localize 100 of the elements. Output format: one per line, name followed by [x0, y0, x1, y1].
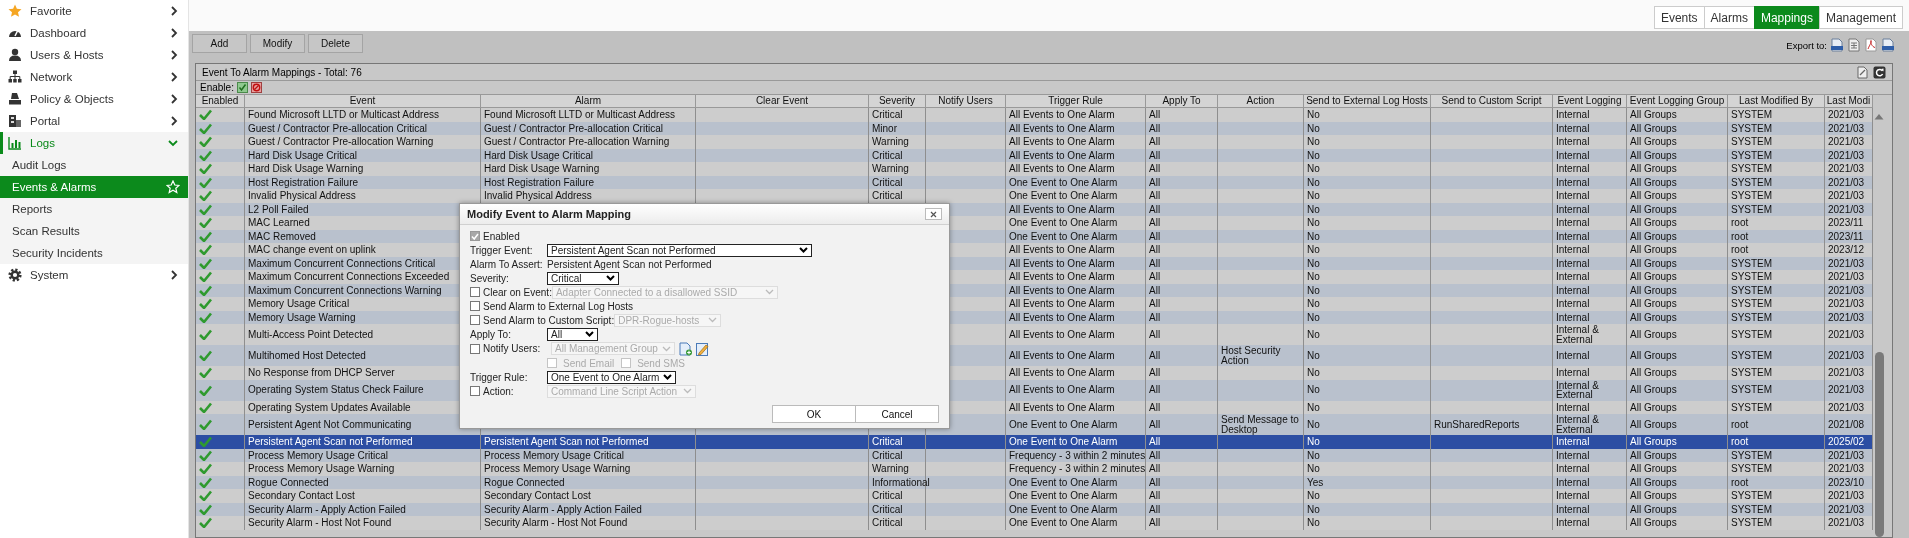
sidebar-item[interactable]: Scan Results: [0, 220, 188, 242]
column-header[interactable]: Trigger Rule: [1006, 95, 1146, 108]
refresh-icon[interactable]: [1873, 65, 1886, 79]
table-cell: All Events to One Alarm: [1006, 162, 1146, 176]
check-icon: [471, 232, 479, 240]
stamp-icon: [8, 92, 22, 106]
table-cell: All: [1146, 489, 1218, 503]
table-cell: All: [1146, 297, 1218, 311]
column-header[interactable]: Apply To: [1146, 95, 1218, 108]
sidebar-item[interactable]: Reports: [0, 198, 188, 220]
close-button[interactable]: [925, 208, 942, 220]
dialog-button[interactable]: OK: [772, 405, 856, 423]
checkbox-label: Notify Users:: [483, 343, 541, 354]
table-cell: All Groups: [1627, 435, 1728, 449]
table-cell: 2025/02: [1825, 435, 1873, 449]
tab[interactable]: Alarms: [1703, 6, 1755, 29]
table-cell: Guest / Contractor Pre-allocation Warning: [481, 135, 696, 149]
table-cell: Critical: [869, 189, 926, 203]
column-header[interactable]: Notify Users: [926, 95, 1006, 108]
document-icon[interactable]: [1856, 65, 1869, 79]
column-header[interactable]: Send to External Log Hosts: [1304, 95, 1431, 108]
dropdown[interactable]: Critical: [547, 271, 619, 285]
column-header[interactable]: Action: [1218, 95, 1304, 108]
table-row[interactable]: Guest / Contractor Pre-allocation Warning Guest / Contractor Pre-allocation Warning Warning All Events to One Alarm All No Internal All Groups SYSTEM 2021/03: [196, 135, 1873, 149]
table-cell: All: [1146, 108, 1218, 122]
table-cell: All Events to One Alarm: [1006, 270, 1146, 284]
sidebar-item[interactable]: System: [0, 264, 188, 286]
chevron-right-icon: [170, 94, 178, 104]
table-row[interactable]: Process Memory Usage Warning Process Memory Usage Warning Warning Frequency - 3 within 2 minutes All No Internal All Groups SYSTEM 2021/03: [196, 462, 1873, 476]
table-cell: No: [1304, 162, 1431, 176]
sidebar-item[interactable]: Audit Logs: [0, 154, 188, 176]
table-cell: 2021/03: [1825, 516, 1873, 530]
toolbar-button[interactable]: Modify: [250, 34, 305, 53]
column-header[interactable]: Last Modi: [1825, 95, 1873, 108]
star-icon[interactable]: [166, 180, 180, 194]
pencil-icon[interactable]: [695, 341, 709, 356]
table-cell: SYSTEM: [1728, 135, 1825, 149]
column-header[interactable]: Last Modified By: [1728, 95, 1825, 108]
column-header[interactable]: Alarm: [481, 95, 696, 108]
checkbox[interactable]: [470, 301, 480, 311]
table-cell: Internal: [1553, 366, 1627, 380]
table-cell: All: [1146, 189, 1218, 203]
table-cell: No: [1304, 135, 1431, 149]
sidebar-item[interactable]: Policy & Objects: [0, 88, 188, 110]
chevron-down-icon: [168, 139, 178, 147]
sidebar-item[interactable]: Users & Hosts: [0, 44, 188, 66]
pdf-icon[interactable]: [1864, 38, 1878, 52]
table-cell: Warning: [869, 135, 926, 149]
column-header[interactable]: Event Logging: [1553, 95, 1627, 108]
user-icon: [8, 48, 22, 62]
tab[interactable]: Management: [1818, 6, 1903, 29]
table-row[interactable]: Persistent Agent Scan not Performed Persistent Agent Scan not Performed Critical One Event to One Alarm All No Internal All Groups root 2025/02: [196, 435, 1873, 449]
sidebar-item[interactable]: Security Incidents: [0, 242, 188, 264]
table-cell: Frequency - 3 within 2 minutes: [1006, 462, 1146, 476]
table-cell: Security Alarm - Host Not Found: [481, 516, 696, 530]
column-header[interactable]: Event: [245, 95, 481, 108]
dropdown[interactable]: All: [547, 327, 598, 341]
table-row[interactable]: Hard Disk Usage Warning Hard Disk Usage Warning Warning All Events to One Alarm All No Internal All Groups SYSTEM 2021/03: [196, 162, 1873, 176]
check-icon[interactable]: [236, 82, 248, 93]
table-cell: All Groups: [1627, 189, 1728, 203]
table-cell: All: [1146, 243, 1218, 257]
sidebar-item[interactable]: Events & Alarms: [0, 176, 188, 198]
table-cell: 2021/03: [1825, 366, 1873, 380]
dialog-button[interactable]: Cancel: [855, 405, 939, 423]
file-icon[interactable]: [1881, 38, 1895, 52]
toolbar-button[interactable]: Add: [192, 34, 247, 53]
sidebar-item[interactable]: Favorite: [0, 0, 188, 22]
table-cell: root: [1728, 243, 1825, 257]
toolbar-button[interactable]: Delete: [308, 34, 363, 53]
column-header[interactable]: Event Logging Group: [1627, 95, 1728, 108]
sidebar-item[interactable]: Network: [0, 66, 188, 88]
column-header[interactable]: Severity: [869, 95, 926, 108]
column-header[interactable]: Clear Event: [696, 95, 869, 108]
table-file-icon[interactable]: [1847, 38, 1861, 52]
table-row[interactable]: Invalid Physical Address Invalid Physical Address Critical One Event to One Alarm All No Internal All Groups SYSTEM 2021/03: [196, 189, 1873, 203]
dropdown[interactable]: Persistent Agent Scan not Performed: [547, 243, 812, 257]
tab[interactable]: Mappings: [1753, 6, 1820, 29]
document-add-icon[interactable]: [678, 341, 692, 356]
chevron-right-icon: [170, 270, 178, 280]
checkbox-label: Action:: [483, 385, 514, 397]
table-row[interactable]: Secondary Contact Lost Secondary Contact Lost Critical One Event to One Alarm All No Internal All Groups SYSTEM 2021/03: [196, 489, 1873, 503]
sidebar-item[interactable]: Dashboard: [0, 22, 188, 44]
table-cell: Internal: [1553, 435, 1627, 449]
column-header[interactable]: Enabled: [196, 95, 245, 108]
chevron-down-icon: [606, 275, 615, 281]
checkbox-label: Clear on Event:: [483, 286, 552, 298]
table-row[interactable]: Security Alarm - Host Not Found Security Alarm - Host Not Found Critical One Event to One Alarm All No Internal All Groups SYSTEM 2021/03: [196, 516, 1873, 530]
stop-icon[interactable]: [250, 82, 262, 93]
table-row[interactable]: Found Microsoft LLTD or Multicast Address Found Microsoft LLTD or Multicast Address Critical All Events to One Alarm All No Internal All Groups SYSTEM 2021/03: [196, 108, 1873, 122]
scroll-up-icon[interactable]: [1874, 113, 1884, 120]
chevron-down-icon: [799, 247, 808, 253]
sidebar-item[interactable]: Portal: [0, 110, 188, 132]
scrollbar-thumb[interactable]: [1874, 352, 1884, 537]
table-cell: Found Microsoft LLTD or Multicast Address: [245, 108, 481, 122]
file-icon[interactable]: [1830, 38, 1844, 52]
dropdown[interactable]: One Event to One Alarm: [547, 370, 677, 384]
column-header[interactable]: Send to Custom Script: [1431, 95, 1553, 108]
table-cell: Warning: [869, 462, 926, 476]
sidebar-item[interactable]: Logs: [0, 132, 188, 154]
tab[interactable]: Events: [1653, 6, 1705, 29]
